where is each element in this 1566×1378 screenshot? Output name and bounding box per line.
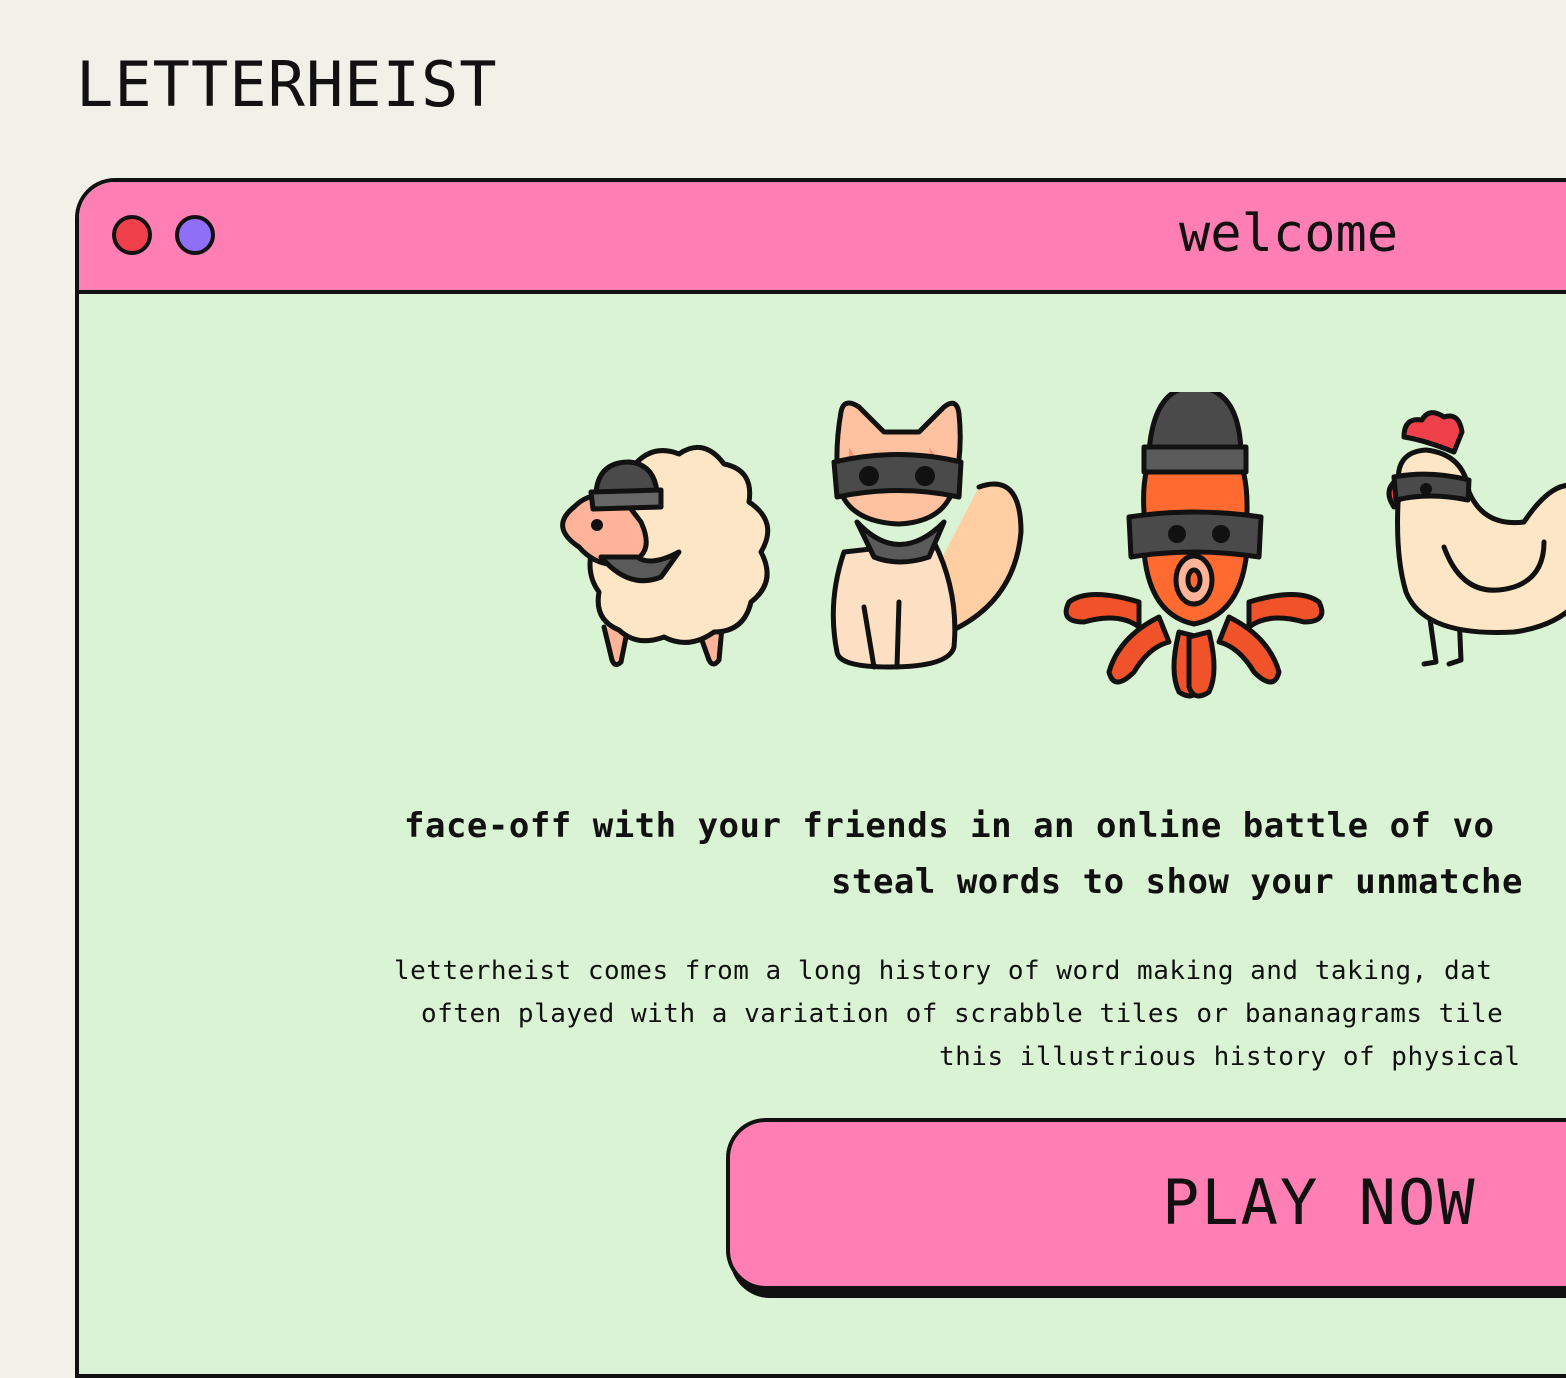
window-titlebar: welcome [79,182,1566,294]
minimize-dot-button[interactable] [175,215,215,255]
play-now-button[interactable]: PLAY NOW [726,1118,1566,1290]
description-line-2: often played with a variation of scrabbl… [421,999,1504,1029]
window-title: welcome [1179,204,1399,264]
cat-thief-icon [830,400,1024,670]
chicken-thief-icon [1386,410,1566,667]
description: letterheist comes from a long history of… [394,950,1566,1079]
brand-logo[interactable]: LETTERHEIST [76,54,498,116]
tagline: face-off with your friends in an online … [404,798,1566,910]
sheep-thief-icon [560,444,771,668]
tagline-line-1: face-off with your friends in an online … [404,806,1495,846]
tagline-line-2: steal words to show your unmatche [831,862,1524,902]
octopus-thief-icon [1063,392,1325,699]
mascot-illustration [560,392,1566,699]
description-line-1: letterheist comes from a long history of… [394,956,1493,986]
play-now-label: PLAY NOW [1162,1166,1477,1239]
close-dot-button[interactable] [112,215,152,255]
welcome-window: welcome face-off with your friends in an… [75,178,1566,1378]
description-line-3: this illustrious history of physical [939,1042,1521,1072]
